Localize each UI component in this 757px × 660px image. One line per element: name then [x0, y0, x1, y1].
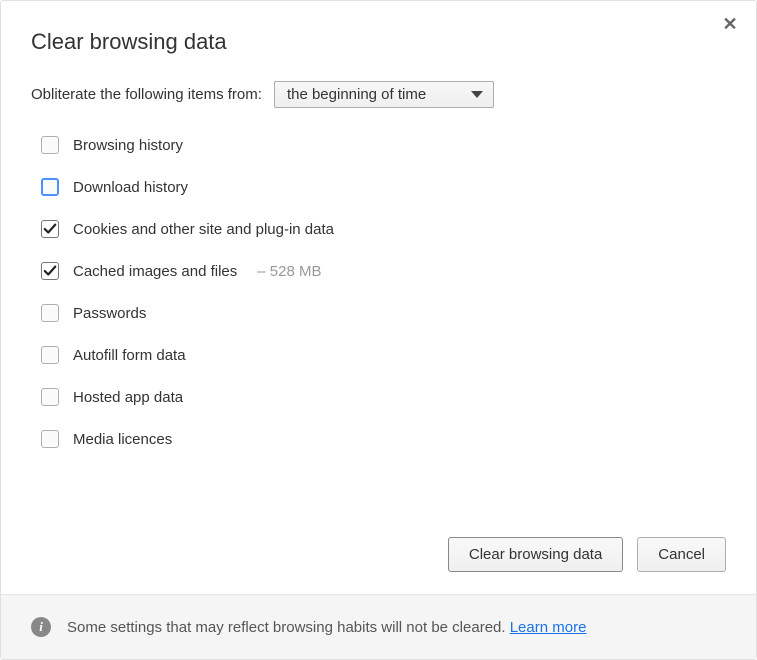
time-range-select[interactable]: the beginning of time	[274, 81, 494, 108]
option-label: Media licences	[73, 431, 172, 448]
option-label: Hosted app data	[73, 389, 183, 406]
option-suffix: – 528 MB	[257, 263, 321, 280]
footer-text: Some settings that may reflect browsing …	[67, 619, 586, 636]
checkbox-cookies[interactable]	[41, 220, 59, 238]
info-icon: i	[31, 617, 51, 637]
checkbox-autofill[interactable]	[41, 346, 59, 364]
checkbox-media-licences[interactable]	[41, 430, 59, 448]
option-download-history: Download history	[41, 178, 726, 196]
button-row: Clear browsing data Cancel	[1, 537, 756, 594]
learn-more-link[interactable]: Learn more	[510, 619, 587, 636]
close-icon[interactable]: ✕	[720, 15, 740, 35]
clear-browsing-data-dialog: ✕ Clear browsing data Obliterate the fol…	[0, 0, 757, 660]
option-label: Passwords	[73, 305, 146, 322]
checkbox-passwords[interactable]	[41, 304, 59, 322]
cancel-button[interactable]: Cancel	[637, 537, 726, 572]
option-label: Cookies and other site and plug-in data	[73, 221, 334, 238]
checkbox-hosted-app[interactable]	[41, 388, 59, 406]
option-hosted-app: Hosted app data	[41, 388, 726, 406]
checkbox-download-history[interactable]	[41, 178, 59, 196]
dialog-body: Clear browsing data Obliterate the follo…	[1, 1, 756, 537]
option-cache: Cached images and files – 528 MB	[41, 262, 726, 280]
option-media-licences: Media licences	[41, 430, 726, 448]
from-label: Obliterate the following items from:	[31, 86, 262, 103]
option-label: Download history	[73, 179, 188, 196]
option-label: Browsing history	[73, 137, 183, 154]
option-cookies: Cookies and other site and plug-in data	[41, 220, 726, 238]
time-range-value: the beginning of time	[287, 86, 426, 103]
clear-browsing-data-button[interactable]: Clear browsing data	[448, 537, 623, 572]
checkbox-browsing-history[interactable]	[41, 136, 59, 154]
dialog-title: Clear browsing data	[31, 29, 726, 55]
checkbox-cache[interactable]	[41, 262, 59, 280]
option-browsing-history: Browsing history	[41, 136, 726, 154]
options-list: Browsing history Download history Cookies …	[31, 136, 726, 448]
time-range-row: Obliterate the following items from: the…	[31, 81, 726, 108]
option-label: Autofill form data	[73, 347, 186, 364]
option-autofill: Autofill form data	[41, 346, 726, 364]
dialog-footer: i Some settings that may reflect browsin…	[1, 594, 756, 659]
option-label: Cached images and files	[73, 263, 237, 280]
option-passwords: Passwords	[41, 304, 726, 322]
chevron-down-icon	[471, 91, 483, 98]
